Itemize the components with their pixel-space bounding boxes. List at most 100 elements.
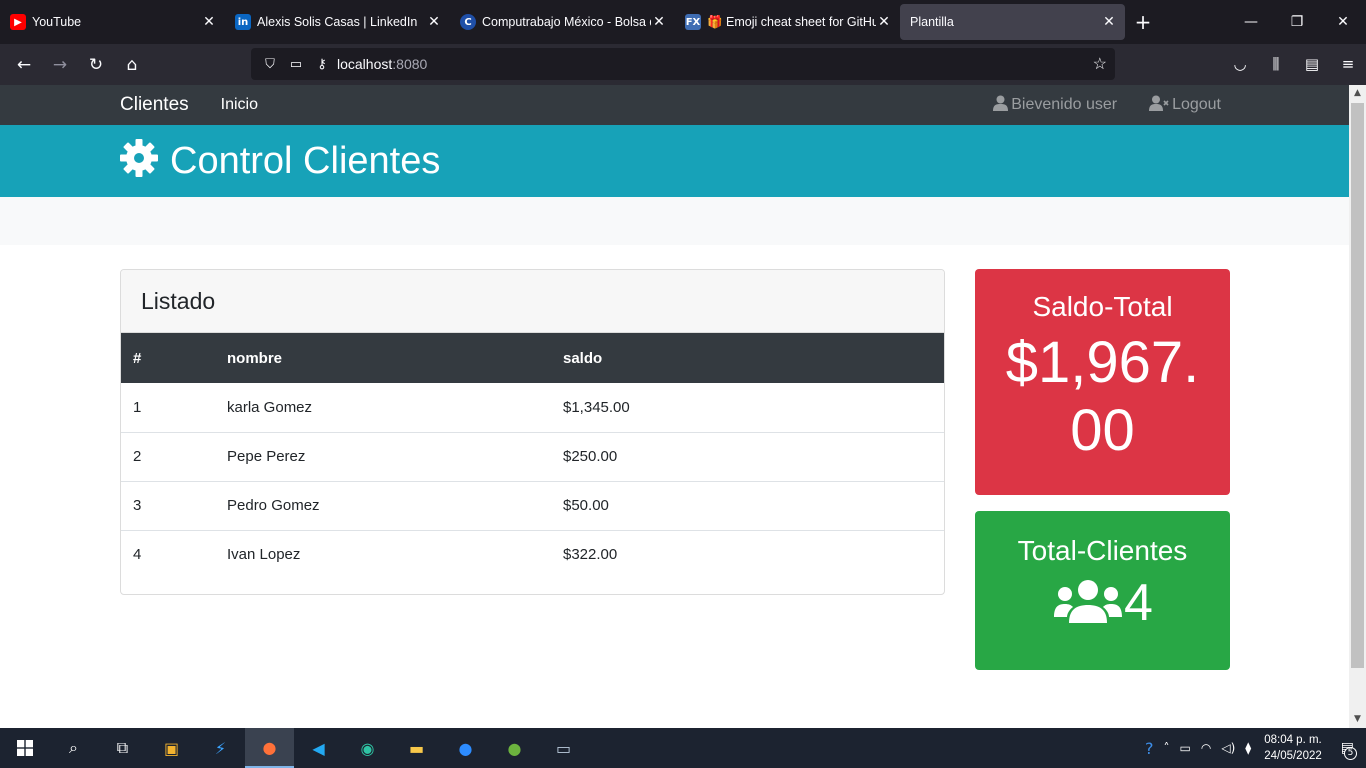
window-controls: — ❐ ✕ xyxy=(1228,0,1366,44)
table-header-row: # nombre saldo xyxy=(121,333,944,383)
minimize-icon[interactable]: — xyxy=(1228,0,1274,44)
close-icon[interactable]: ✕ xyxy=(201,14,217,30)
listado-title: Listado xyxy=(121,270,944,333)
chevron-up-icon[interactable]: ˄ xyxy=(1164,741,1170,755)
total-clientes-title: Total-Clientes xyxy=(1017,535,1188,566)
cell-id: 4 xyxy=(133,546,142,564)
browser-toolbar: ← → ↻ ⌂ ⛉ ▭ ⚷ localhost:8080 ☆ ◡ ⫼ ▤ ≡ xyxy=(0,44,1366,85)
cell-id: 3 xyxy=(133,497,142,514)
sidebar-icon[interactable]: ▤ xyxy=(1294,48,1330,80)
close-icon[interactable]: ✕ xyxy=(876,14,892,30)
tab-title: Plantilla xyxy=(910,15,954,29)
welcome-user[interactable]: Bievenido user xyxy=(993,95,1117,115)
welcome-text: Bievenido user xyxy=(1011,96,1118,113)
tab-plantilla[interactable]: Plantilla ✕ xyxy=(900,4,1125,40)
battery-icon[interactable]: ▭ xyxy=(1180,741,1191,755)
saldo-total-value: $1,967.00 xyxy=(1005,330,1200,463)
azure-data-studio-icon[interactable]: ⚡ xyxy=(196,728,245,768)
vscode-icon[interactable]: ◀ xyxy=(294,728,343,768)
clients-table: # nombre saldo 1 karla Gomez $1,345.00 2… xyxy=(121,333,944,579)
pocket-icon[interactable]: ◡ xyxy=(1222,48,1258,80)
edge-icon[interactable]: ◉ xyxy=(343,728,392,768)
cell-nombre: Pedro Gomez xyxy=(227,497,320,514)
total-clientes-value: 4 xyxy=(1124,574,1153,632)
volume-icon[interactable]: ◁) xyxy=(1221,741,1235,755)
cell-id: 2 xyxy=(133,448,142,465)
file-explorer-icon[interactable]: ▬ xyxy=(392,728,441,768)
tab-title: 🎁 Emoji cheat sheet for GitHub xyxy=(707,14,876,29)
url-port: :8080 xyxy=(392,56,428,72)
shield-icon[interactable]: ⛉ xyxy=(259,56,281,72)
site-navbar: Clientes Inicio Bievenido user Logout xyxy=(0,85,1349,125)
cell-nombre: Pepe Perez xyxy=(227,448,306,465)
scroll-down-icon[interactable]: ▼ xyxy=(1349,711,1366,728)
cell-saldo: $1,345.00 xyxy=(563,398,630,416)
new-tab-button[interactable]: + xyxy=(1125,10,1161,34)
url-host: localhost xyxy=(337,56,393,72)
user-times-icon xyxy=(1149,95,1169,115)
browser-tab-strip: ▶ YouTube ✕ in Alexis Solis Casas | Link… xyxy=(0,0,1366,44)
table-row: 3 Pedro Gomez $50.00 xyxy=(121,481,944,530)
nav-link-inicio[interactable]: Inicio xyxy=(221,96,258,114)
mysql-workbench-icon[interactable]: ▭ xyxy=(539,728,588,768)
scroll-up-icon[interactable]: ▲ xyxy=(1349,85,1366,102)
dropbox-icon[interactable]: ⧫ xyxy=(1245,741,1251,755)
close-icon[interactable]: ✕ xyxy=(426,14,442,30)
fx-icon: FX xyxy=(685,14,701,30)
forward-icon[interactable]: → xyxy=(42,49,78,81)
tab-computrabajo[interactable]: C Computrabajo México - Bolsa de ✕ xyxy=(450,4,675,40)
clock-date: 24/05/2022 xyxy=(1264,750,1322,762)
tab-title: YouTube xyxy=(32,15,82,29)
windows-taskbar: ⌕ ⧉ ▣ ⚡ ● ◀ ◉ ▬ ● ● ▭ ? ˄ ▭ ◠ ◁) ⧫ 08:04… xyxy=(0,728,1366,768)
url-bar[interactable]: ⛉ ▭ ⚷ localhost:8080 ☆ xyxy=(251,48,1115,80)
store-icon[interactable]: ▣ xyxy=(147,728,196,768)
scroll-thumb[interactable] xyxy=(1351,103,1364,668)
cell-id: 1 xyxy=(133,398,142,416)
notifications-icon[interactable]: ▤5 xyxy=(1341,740,1357,760)
logout-link[interactable]: Logout xyxy=(1149,95,1221,115)
linkedin-icon: in xyxy=(235,14,251,30)
logout-text: Logout xyxy=(1172,96,1221,113)
column-header-nombre: nombre xyxy=(227,349,283,367)
tab-title: Alexis Solis Casas | LinkedIn xyxy=(257,15,418,29)
back-icon[interactable]: ← xyxy=(6,49,42,81)
task-view-icon[interactable]: ⧉ xyxy=(98,728,147,768)
close-window-icon[interactable]: ✕ xyxy=(1320,0,1366,44)
table-row: 1 karla Gomez $1,345.00 xyxy=(121,383,944,432)
firefox-icon[interactable]: ● xyxy=(245,728,294,768)
computrabajo-icon: C xyxy=(460,14,476,30)
close-icon[interactable]: ✕ xyxy=(1101,14,1117,30)
tab-youtube[interactable]: ▶ YouTube ✕ xyxy=(0,4,225,40)
clock-time: 08:04 p. m. xyxy=(1264,734,1322,746)
cell-nombre: Ivan Lopez xyxy=(227,546,301,564)
library-icon[interactable]: ⫼ xyxy=(1258,48,1294,80)
help-icon[interactable]: ? xyxy=(1145,739,1154,758)
table-row: 4 Ivan Lopez $322.00 xyxy=(121,530,944,579)
tab-emoji-cheat-sheet[interactable]: FX 🎁 Emoji cheat sheet for GitHub ✕ xyxy=(675,4,900,40)
bookmark-star-icon[interactable]: ☆ xyxy=(1093,54,1107,74)
search-icon[interactable]: ⌕ xyxy=(49,728,98,768)
tab-title: Computrabajo México - Bolsa de xyxy=(482,15,651,29)
clock[interactable]: 08:04 p. m. 24/05/2022 xyxy=(1264,732,1322,764)
total-clientes-card: Total-Clientes 4 xyxy=(975,511,1230,670)
page-scrollbar[interactable]: ▲ ▼ xyxy=(1349,85,1366,728)
windows-start-icon[interactable] xyxy=(0,728,49,768)
action-bar xyxy=(0,197,1349,245)
menu-icon[interactable]: ≡ xyxy=(1330,48,1366,80)
youtube-icon: ▶ xyxy=(10,14,26,30)
wifi-icon[interactable]: ◠ xyxy=(1201,741,1211,755)
column-header-saldo: saldo xyxy=(563,349,603,367)
close-icon[interactable]: ✕ xyxy=(651,14,667,30)
reload-icon[interactable]: ↻ xyxy=(78,49,114,81)
tab-linkedin[interactable]: in Alexis Solis Casas | LinkedIn ✕ xyxy=(225,4,450,40)
restore-icon[interactable]: ❐ xyxy=(1274,0,1320,44)
key-icon[interactable]: ⚷ xyxy=(311,56,333,72)
navbar-brand[interactable]: Clientes xyxy=(120,94,189,116)
page-viewport: Clientes Inicio Bievenido user Logout Co… xyxy=(0,85,1349,728)
saldo-total-card: Saldo-Total $1,967.00 xyxy=(975,269,1230,495)
page-header: Control Clientes xyxy=(0,125,1349,197)
spring-tools-icon[interactable]: ● xyxy=(490,728,539,768)
navbar-right: Bievenido user Logout xyxy=(961,85,1221,125)
home-icon[interactable]: ⌂ xyxy=(114,49,150,81)
zoom-icon[interactable]: ● xyxy=(441,728,490,768)
